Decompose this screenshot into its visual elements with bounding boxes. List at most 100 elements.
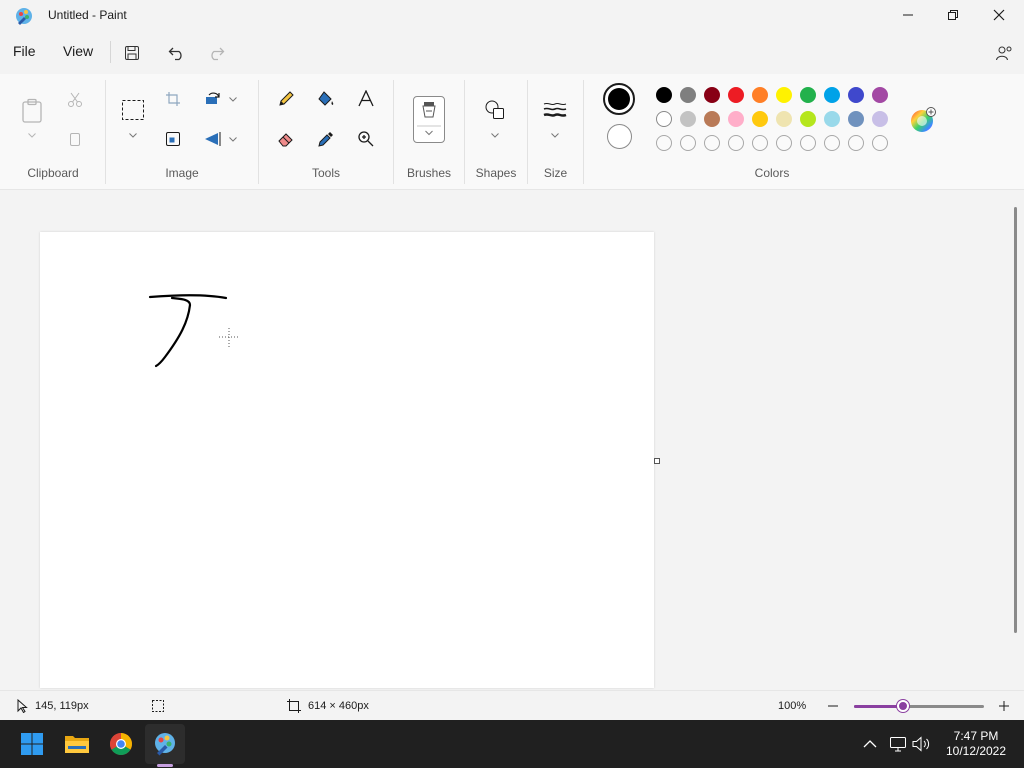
custom-color-slot[interactable] [776, 135, 792, 151]
drawing-canvas[interactable] [40, 232, 654, 688]
paste-button[interactable] [17, 96, 47, 126]
close-icon [993, 9, 1005, 21]
network-icon [890, 737, 906, 752]
redo-icon [211, 47, 225, 61]
clock-date: 10/12/2022 [945, 744, 1007, 758]
fill-tool[interactable] [311, 84, 341, 114]
taskbar-chrome[interactable] [101, 724, 141, 764]
color-swatch[interactable] [776, 87, 792, 103]
system-clock[interactable]: 7:47 PM 10/12/2022 [940, 729, 1012, 759]
colors-group: Colors [584, 74, 960, 190]
magnifier-icon [358, 131, 374, 147]
taskbar-paint[interactable] [145, 724, 185, 764]
custom-color-slot[interactable] [728, 135, 744, 151]
size-button[interactable] [540, 95, 570, 125]
menu-view[interactable]: View [63, 43, 93, 59]
redo-button[interactable] [202, 39, 230, 67]
brushes-button[interactable] [413, 96, 445, 143]
color-swatch[interactable] [752, 87, 768, 103]
cursor-position: 145, 119px [35, 700, 89, 712]
account-button[interactable] [990, 39, 1018, 67]
primary-color-selector[interactable] [603, 83, 635, 115]
color-swatch[interactable] [656, 87, 672, 103]
size-options-chevron[interactable] [550, 131, 560, 139]
custom-color-slot[interactable] [656, 135, 672, 151]
undo-button[interactable] [163, 39, 191, 67]
custom-color-slot[interactable] [872, 135, 888, 151]
magnifier-tool[interactable] [351, 124, 381, 154]
network-status-button[interactable] [888, 734, 908, 754]
color-swatch[interactable] [728, 87, 744, 103]
color-swatch[interactable] [872, 111, 888, 127]
custom-color-slot[interactable] [752, 135, 768, 151]
menu-file[interactable]: File [13, 43, 36, 59]
custom-color-slot[interactable] [680, 135, 696, 151]
color-swatch[interactable] [824, 111, 840, 127]
color-swatch[interactable] [848, 87, 864, 103]
folder-icon [65, 736, 89, 753]
volume-button[interactable] [912, 734, 932, 754]
color-swatch[interactable] [800, 87, 816, 103]
canvas-size-icon [286, 698, 302, 714]
zoom-out-button[interactable] [825, 698, 841, 714]
color-swatch[interactable] [776, 111, 792, 127]
crop-button[interactable] [158, 84, 188, 114]
shapes-options-chevron[interactable] [490, 131, 500, 139]
rotate-options-chevron[interactable] [228, 95, 238, 103]
color-swatch[interactable] [872, 87, 888, 103]
color-swatch[interactable] [656, 111, 672, 127]
canvas-resize-handle[interactable] [654, 458, 660, 464]
tools-label: Tools [311, 166, 340, 180]
restore-button[interactable] [930, 0, 976, 30]
vertical-scrollbar[interactable] [1014, 207, 1017, 633]
save-button[interactable] [118, 39, 146, 67]
color-swatch[interactable] [800, 111, 816, 127]
paste-options-chevron[interactable] [27, 131, 37, 139]
zoom-in-button[interactable] [996, 698, 1012, 714]
shapes-group: Shapes [465, 74, 527, 190]
close-button[interactable] [976, 0, 1022, 30]
color-swatch[interactable] [728, 111, 744, 127]
color-swatch[interactable] [680, 111, 696, 127]
custom-color-slot[interactable] [848, 135, 864, 151]
colors-label: Colors [754, 166, 790, 180]
select-button[interactable] [118, 95, 148, 125]
pencil-tool[interactable] [271, 84, 301, 114]
color-swatch[interactable] [704, 111, 720, 127]
primary-color-swatch [608, 88, 630, 110]
taskbar-file-explorer[interactable] [57, 724, 97, 764]
rotate-button[interactable] [198, 84, 228, 114]
clipboard-label: Clipboard [27, 166, 79, 180]
custom-color-slot[interactable] [800, 135, 816, 151]
secondary-color-selector[interactable] [607, 124, 632, 149]
color-swatch[interactable] [704, 87, 720, 103]
zoom-slider[interactable] [854, 705, 984, 708]
color-swatch[interactable] [824, 87, 840, 103]
ribbon: Clipboard Image Tools Brushes Shapes Siz… [0, 74, 1024, 190]
text-tool[interactable] [351, 84, 381, 114]
paste-icon [22, 98, 42, 123]
color-swatch[interactable] [848, 111, 864, 127]
color-swatch[interactable] [752, 111, 768, 127]
paint-bucket-icon [318, 91, 334, 106]
color-swatch[interactable] [680, 87, 696, 103]
color-picker-tool[interactable] [311, 124, 341, 154]
resize-button[interactable] [158, 124, 188, 154]
flip-button[interactable] [198, 124, 228, 154]
cut-button[interactable] [60, 85, 90, 115]
minimize-button[interactable] [885, 0, 931, 30]
flip-options-chevron[interactable] [228, 135, 238, 143]
zoom-slider-thumb[interactable] [897, 700, 910, 712]
eraser-tool[interactable] [271, 124, 301, 154]
start-button[interactable] [12, 724, 52, 764]
crosshair-cursor [219, 328, 240, 347]
clipboard-group: Clipboard [0, 74, 106, 190]
select-options-chevron[interactable] [128, 131, 138, 139]
copy-button[interactable] [60, 124, 90, 154]
custom-color-slot[interactable] [824, 135, 840, 151]
custom-color-slot[interactable] [704, 135, 720, 151]
shapes-button[interactable] [480, 95, 510, 125]
show-hidden-icons-button[interactable] [860, 734, 880, 754]
edit-colors-button[interactable] [910, 107, 936, 133]
chevron-down-icon [129, 132, 137, 138]
